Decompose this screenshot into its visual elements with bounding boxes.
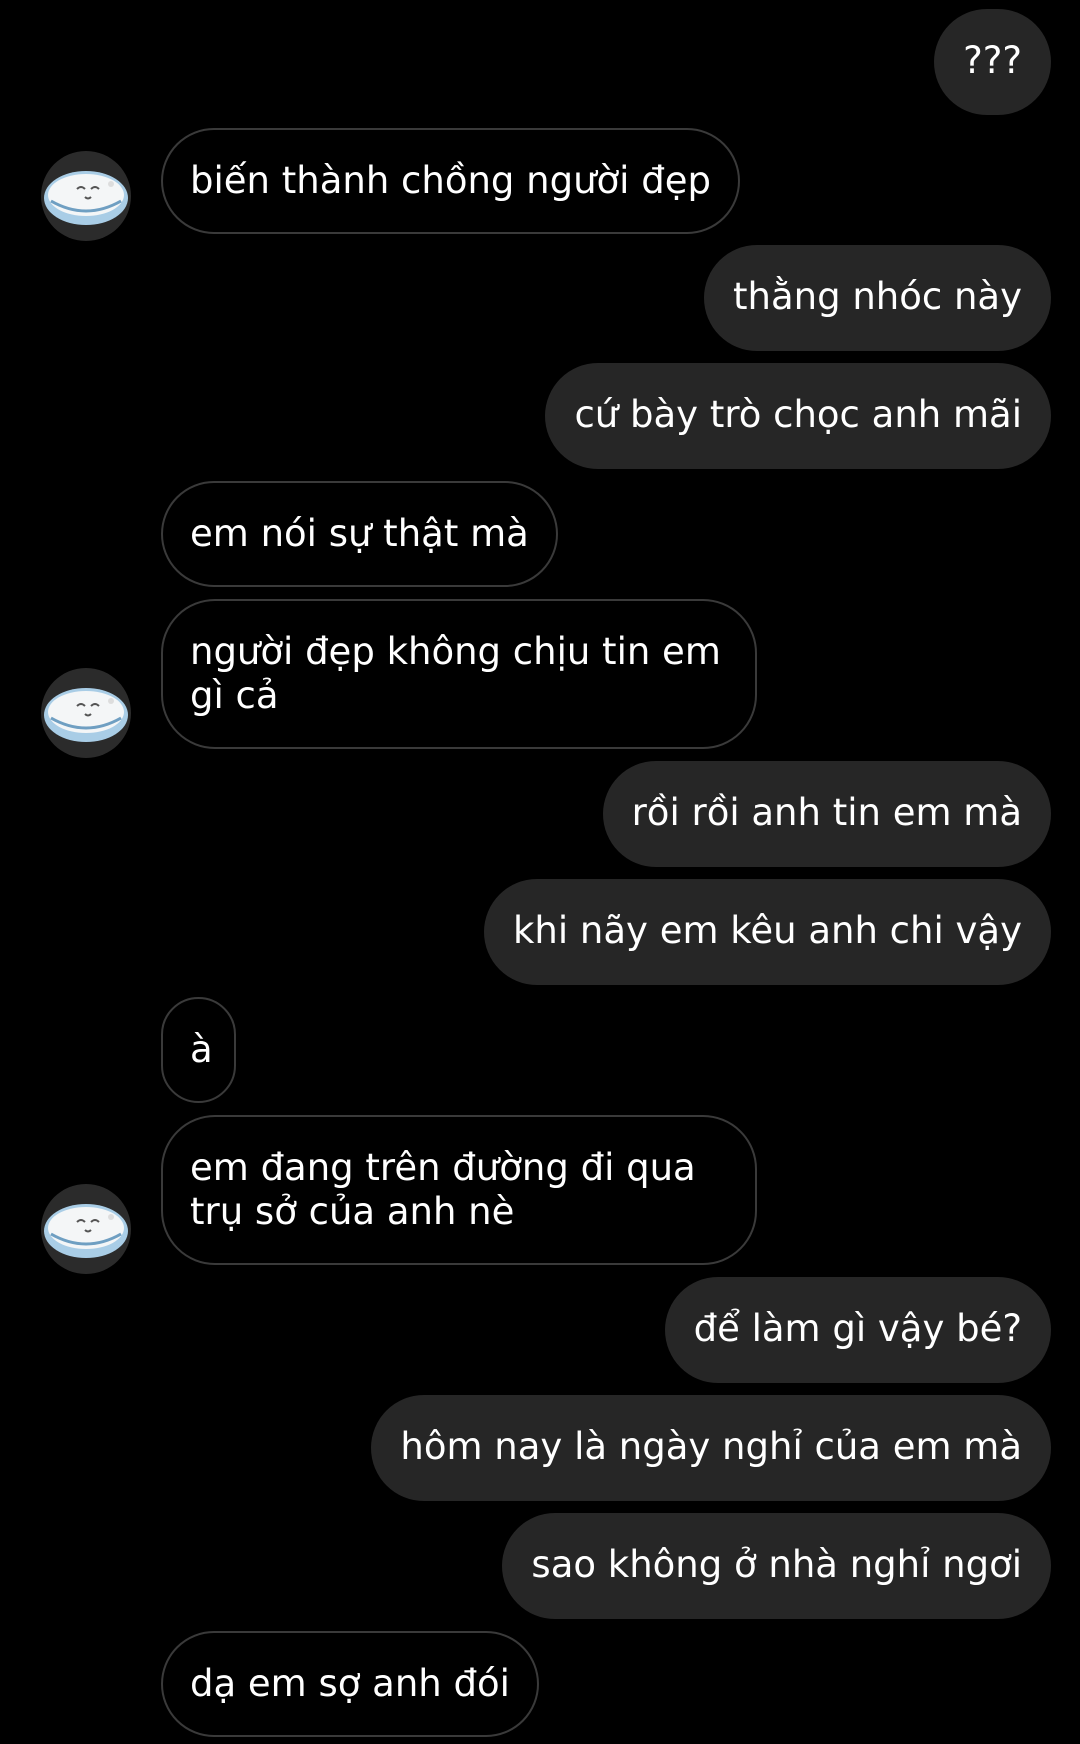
received-message-bubble[interactable]: em đang trên đường đi qua trụ sở của anh… bbox=[161, 1115, 757, 1265]
received-message-bubble[interactable]: dạ em sợ anh đói bbox=[161, 1631, 539, 1737]
sent-message-bubble[interactable]: khi nãy em kêu anh chi vậy bbox=[484, 879, 1051, 985]
sent-message-bubble[interactable]: rồi rồi anh tin em mà bbox=[602, 761, 1051, 867]
received-message-bubble[interactable]: à bbox=[161, 997, 236, 1103]
received-message-bubble[interactable]: người đẹp không chịu tin em gì cả bbox=[161, 599, 757, 749]
received-message-bubble[interactable]: biến thành chồng người đẹp bbox=[161, 128, 740, 234]
sleeping-cat-avatar-icon bbox=[44, 688, 128, 742]
contact-avatar[interactable] bbox=[41, 151, 131, 241]
sent-message-bubble[interactable]: cứ bày trò chọc anh mãi bbox=[545, 363, 1051, 469]
contact-avatar[interactable] bbox=[41, 1184, 131, 1274]
sent-message-bubble[interactable]: hôm nay là ngày nghỉ của em mà bbox=[371, 1395, 1051, 1501]
sleeping-cat-avatar-icon bbox=[44, 171, 128, 225]
sent-message-bubble[interactable]: sao không ở nhà nghỉ ngơi bbox=[502, 1513, 1051, 1619]
received-message-bubble[interactable]: em nói sự thật mà bbox=[161, 481, 558, 587]
contact-avatar[interactable] bbox=[41, 668, 131, 758]
sent-message-bubble[interactable]: thằng nhóc này bbox=[704, 245, 1051, 351]
sleeping-cat-avatar-icon bbox=[44, 1204, 128, 1258]
sent-message-bubble[interactable]: để làm gì vậy bé? bbox=[664, 1277, 1051, 1383]
sent-message-bubble[interactable]: ??? bbox=[934, 9, 1051, 115]
